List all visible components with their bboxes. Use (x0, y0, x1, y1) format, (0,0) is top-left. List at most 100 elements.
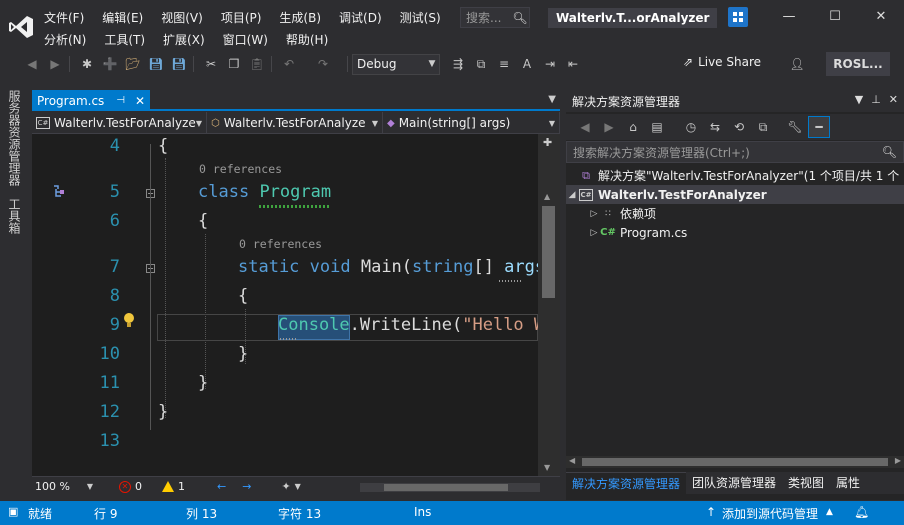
close-icon[interactable]: ✕ (889, 93, 898, 106)
close-window-button[interactable]: ✕ (858, 0, 904, 32)
collapsed-arrow-icon[interactable]: ▷ (588, 228, 600, 238)
split-editor-icon[interactable]: ✚ (543, 136, 552, 149)
lightbulb-icon[interactable] (122, 312, 136, 330)
code-editor[interactable]: 4 5 6 7 8 9 10 11 12 13 − − { 0 referenc… (32, 134, 538, 476)
solution-horizontal-scrollbar[interactable]: ◀ ▶ (566, 456, 904, 468)
chevron-up-icon[interactable]: ▲ (826, 507, 833, 517)
menu-test[interactable]: 测试(S) (400, 7, 441, 28)
sync-icon[interactable]: ⇆ (704, 116, 726, 138)
navigate-forward-icon[interactable]: ▶ (45, 54, 65, 74)
configuration-dropdown[interactable]: Debug ▼ (352, 53, 440, 75)
class-hierarchy-icon[interactable] (52, 184, 66, 198)
chevron-down-icon[interactable]: ▼ (295, 482, 301, 491)
toolbox-tab[interactable]: 工具箱 (6, 198, 23, 234)
tab-team-explorer[interactable]: 团队资源管理器 (686, 472, 782, 494)
tree-item-program-cs[interactable]: ▷ C# Program.cs (566, 223, 904, 242)
indent-icon[interactable]: ⇥ (540, 54, 560, 74)
copy-icon[interactable]: ❐ (224, 54, 244, 74)
roslyn-button[interactable]: ROSL... (826, 52, 890, 76)
open-file-icon[interactable]: 📂︎ (123, 54, 143, 74)
step-into-icon[interactable]: ⇶ (448, 54, 468, 74)
close-icon[interactable]: ✕ (135, 94, 145, 108)
pin-icon[interactable]: ⊣ (116, 95, 125, 106)
codelens-references[interactable]: 0 references (199, 162, 282, 176)
menu-search-box[interactable]: 搜索... 🔍︎ (460, 7, 530, 28)
tree-item-solution[interactable]: ⧉ 解决方案"Walterlv.TestForAnalyzer"(1 个项目/共… (566, 166, 904, 185)
outdent-icon[interactable]: ⇤ (563, 54, 583, 74)
back-icon[interactable]: ◀ (574, 116, 596, 138)
source-control-up-arrow-icon[interactable]: ↑ (706, 505, 716, 519)
home-icon[interactable]: ⌂ (622, 116, 644, 138)
next-issue-icon[interactable]: → (242, 480, 251, 493)
menu-analyze[interactable]: 分析(N) (44, 29, 86, 50)
zoom-dropdown[interactable]: 100 % ▼ (35, 480, 93, 493)
tree-item-project[interactable]: ◢ C# Walterlv.TestForAnalyzer (566, 185, 904, 204)
add-item-icon[interactable]: ➕ (100, 54, 120, 74)
add-to-source-control-button[interactable]: 添加到源代码管理 (722, 505, 818, 522)
scrollbar-thumb[interactable] (582, 458, 888, 466)
pending-changes-icon[interactable]: ◷ (680, 116, 702, 138)
scroll-up-icon[interactable]: ▲ (544, 192, 550, 201)
menu-edit[interactable]: 编辑(E) (102, 7, 143, 28)
refresh-icon[interactable]: ⟲ (728, 116, 750, 138)
menu-window[interactable]: 窗口(W) (223, 29, 268, 50)
editor-vertical-scrollbar[interactable]: ✚ ▲ ▼ (538, 134, 560, 476)
menu-build[interactable]: 生成(B) (279, 7, 321, 28)
search-icon[interactable]: 🔍︎ (511, 11, 529, 25)
maximize-button[interactable]: ☐ (812, 0, 858, 32)
feedback-icon[interactable]: 👤︎ (787, 54, 807, 74)
menu-file[interactable]: 文件(F) (44, 7, 84, 28)
pin-icon[interactable]: ⊥ (871, 93, 881, 106)
format-icon[interactable]: ≡ (494, 54, 514, 74)
expanded-arrow-icon[interactable]: ◢ (566, 190, 578, 200)
scrollbar-thumb[interactable] (542, 206, 555, 298)
navigate-back-icon[interactable]: ◀ (22, 54, 42, 74)
type-dropdown[interactable]: ⬡ Walterlv.TestForAnalyze ▼ (207, 112, 383, 134)
solution-search-input[interactable]: 搜索解决方案资源管理器(Ctrl+;) 🔍︎ (566, 141, 904, 163)
tab-properties[interactable]: 属性 (830, 472, 866, 494)
codelens-references[interactable]: 0 references (239, 237, 322, 251)
save-icon[interactable]: 💾︎ (146, 54, 166, 74)
tab-solution-explorer[interactable]: 解决方案资源管理器 (566, 472, 687, 494)
collapsed-arrow-icon[interactable]: ▷ (588, 209, 600, 219)
error-count[interactable]: ✕ 0 (119, 480, 142, 493)
menu-project[interactable]: 项目(P) (221, 7, 262, 28)
forward-icon[interactable]: ▶ (598, 116, 620, 138)
document-tab-program[interactable]: Program.cs ⊣ ✕ (32, 90, 150, 111)
font-size-icon[interactable]: A (517, 54, 537, 74)
scroll-right-icon[interactable]: ▶ (895, 456, 901, 465)
menu-help[interactable]: 帮助(H) (286, 29, 328, 50)
cut-icon[interactable]: ✂ (201, 54, 221, 74)
search-icon[interactable]: 🔍︎ (882, 145, 897, 159)
bookmark-icon[interactable]: ⧉ (471, 54, 491, 74)
undo-icon[interactable]: ↶ (279, 54, 299, 74)
live-share-button[interactable]: ⇗ Live Share (683, 55, 761, 69)
notification-bell-icon[interactable]: 🔔︎ (854, 505, 869, 519)
menu-tools[interactable]: 工具(T) (104, 29, 145, 50)
menu-debug[interactable]: 调试(D) (339, 7, 382, 28)
server-explorer-tab[interactable]: 服务器资源管理器 (6, 90, 23, 186)
menu-view[interactable]: 视图(V) (161, 7, 203, 28)
cleanup-icon[interactable]: ✦ (281, 480, 290, 493)
previous-issue-icon[interactable]: ← (217, 480, 226, 493)
minimize-button[interactable]: — (766, 0, 812, 32)
warning-count[interactable]: 1 (162, 480, 185, 493)
preview-selected-icon[interactable]: ━ (808, 116, 830, 138)
editor-horizontal-scrollbar[interactable] (360, 483, 540, 492)
scroll-down-icon[interactable]: ▼ (544, 463, 550, 472)
tab-overflow-icon[interactable]: ▼ (548, 94, 556, 105)
paste-icon[interactable]: 📋︎ (247, 54, 267, 74)
redo-icon[interactable]: ↷ (313, 54, 333, 74)
collapse-all-icon[interactable]: ⧉ (752, 116, 774, 138)
tree-item-dependencies[interactable]: ▷ ∷ 依赖项 (566, 204, 904, 223)
menu-extensions[interactable]: 扩展(X) (163, 29, 205, 50)
save-all-icon[interactable]: 💾︎ (169, 54, 189, 74)
scrollbar-thumb[interactable] (384, 484, 508, 491)
new-project-icon[interactable]: ✱ (77, 54, 97, 74)
scroll-left-icon[interactable]: ◀ (569, 456, 575, 465)
project-dropdown[interactable]: C# Walterlv.TestForAnalyze ▼ (32, 112, 207, 134)
member-dropdown[interactable]: ◆ Main(string[] args) ▼ (383, 112, 560, 134)
tab-class-view[interactable]: 类视图 (782, 472, 830, 494)
switch-views-icon[interactable]: ▤ (646, 116, 668, 138)
chevron-down-icon[interactable]: ▼ (855, 93, 863, 106)
